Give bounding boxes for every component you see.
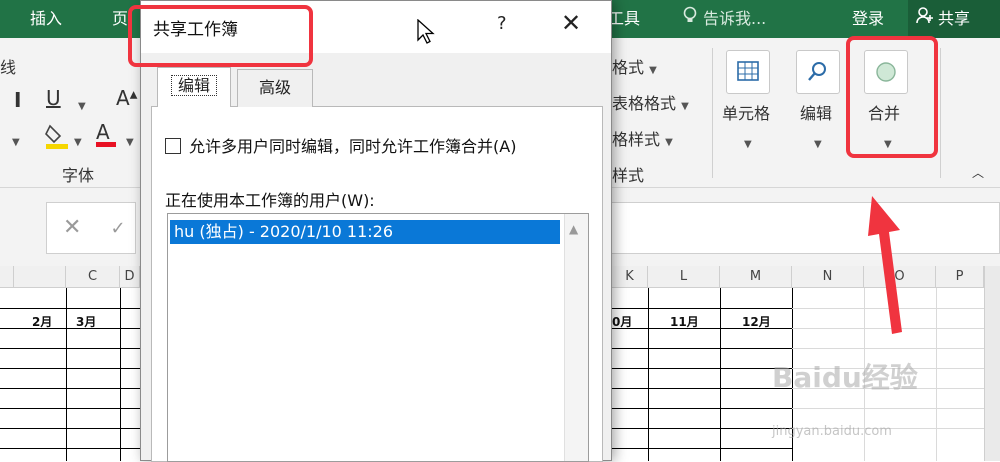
grid-line xyxy=(612,368,792,369)
formula-cancel-icon[interactable]: ✕ ✓ xyxy=(46,202,136,254)
cell-style-label: 格样式 xyxy=(612,130,661,149)
grid-line xyxy=(66,288,67,461)
increase-font-icon[interactable]: A▲ xyxy=(116,86,137,110)
tab-edit-label: 编辑 xyxy=(170,75,217,96)
grid-line xyxy=(612,348,792,349)
underline-dropdown-icon[interactable]: ▼ xyxy=(78,94,86,113)
cond-format-label: 格式 xyxy=(612,58,645,77)
allow-multiuser-checkbox[interactable] xyxy=(165,138,181,154)
allow-multiuser-label: 允许多用户同时编辑，同时允许工作簿合并(A) xyxy=(189,137,517,156)
grid-line xyxy=(792,408,984,409)
grid-line xyxy=(612,408,792,409)
share-workbook-dialog: 共享工作簿 ? ✕ 编辑 高级 允许多用户同时编辑，同时允许工作簿合并(A) 正… xyxy=(140,0,612,462)
users-listbox[interactable]: hu (独占) - 2020/1/10 11:26 ▲ xyxy=(167,213,589,462)
grid-line xyxy=(0,328,140,329)
formula-input[interactable] xyxy=(608,202,1000,254)
login-button[interactable]: 登录 xyxy=(852,0,884,38)
tab-page-layout[interactable]: 页 xyxy=(112,0,128,38)
tab-tools[interactable]: 工具 xyxy=(608,0,640,38)
cells-label[interactable]: 单元格 xyxy=(722,100,770,124)
row-header-corner[interactable] xyxy=(0,266,14,288)
grid-line xyxy=(0,368,140,369)
column-header[interactable]: D xyxy=(120,266,140,288)
border-dropdown-icon[interactable]: ▼ xyxy=(12,130,20,149)
grid-line xyxy=(0,348,140,349)
month-header-cell[interactable]: 3月 xyxy=(76,313,96,330)
edit-dropdown-icon[interactable]: ▼ xyxy=(814,132,822,151)
month-header-cell[interactable]: 0月 xyxy=(612,313,632,330)
column-header[interactable]: K xyxy=(612,266,648,288)
ribbon-separator xyxy=(940,48,941,178)
annotation-arrow-icon xyxy=(858,190,918,344)
column-header[interactable]: L xyxy=(648,266,720,288)
grid-line xyxy=(612,308,792,309)
annotation-highlight-title xyxy=(128,5,313,67)
tab-insert[interactable]: 插入 xyxy=(30,0,62,38)
grid-line xyxy=(120,288,121,461)
share-button[interactable]: 共享 xyxy=(908,0,1000,38)
cells-dropdown-icon[interactable]: ▼ xyxy=(744,132,752,151)
grid-line xyxy=(792,348,984,349)
grid-line xyxy=(612,448,792,449)
tell-me-search[interactable]: 告诉我... xyxy=(683,0,766,38)
allow-multiuser-option[interactable]: 允许多用户同时编辑，同时允许工作簿合并(A) xyxy=(165,133,516,157)
collapse-ribbon-icon[interactable]: ︿ xyxy=(972,164,984,181)
users-list-label: 正在使用本工作簿的用户(W): xyxy=(165,191,375,210)
column-header[interactable]: P xyxy=(936,266,984,288)
font-color-icon[interactable]: A xyxy=(96,120,116,147)
month-header-cell[interactable]: 2月 xyxy=(32,313,52,330)
underline-button[interactable]: U xyxy=(46,86,61,110)
close-button[interactable]: ✕ xyxy=(561,9,581,37)
cell-style-button[interactable]: 格样式 ▼ xyxy=(612,126,673,150)
column-header[interactable] xyxy=(14,266,66,288)
sheet-vertical-scrollbar[interactable] xyxy=(984,266,1000,461)
help-button[interactable]: ? xyxy=(497,13,507,34)
share-label: 共享 xyxy=(938,9,971,28)
list-item[interactable]: hu (独占) - 2020/1/10 11:26 xyxy=(170,220,560,244)
italic-button[interactable]: I xyxy=(14,88,21,112)
scroll-up-icon[interactable]: ▲ xyxy=(569,222,578,236)
grid-line xyxy=(612,428,792,429)
conditional-format-button[interactable]: 格式 ▼ xyxy=(612,54,657,78)
lightbulb-icon xyxy=(683,0,697,38)
fill-color-dropdown-icon[interactable]: ▼ xyxy=(74,130,82,149)
month-header-cell[interactable]: 12月 xyxy=(742,313,771,330)
baidu-watermark-url: jingyan.baidu.com xyxy=(772,424,892,439)
ribbon-font-name-partial[interactable]: 线 xyxy=(0,54,16,78)
cells-icon[interactable] xyxy=(726,50,770,94)
grid-line xyxy=(612,388,792,389)
tab-advanced[interactable]: 高级 xyxy=(237,69,313,107)
table-format-label: 表格格式 xyxy=(612,94,677,113)
annotation-highlight-merge xyxy=(846,36,938,158)
font-color-dropdown-icon[interactable]: ▼ xyxy=(126,130,134,149)
fill-color-icon[interactable] xyxy=(44,122,70,154)
tab-edit[interactable]: 编辑 xyxy=(157,67,231,107)
grid-line xyxy=(0,448,140,449)
grid-line xyxy=(0,308,140,309)
grid-line xyxy=(936,288,937,461)
grid-line xyxy=(720,288,721,461)
grid-line xyxy=(0,428,140,429)
edit-label[interactable]: 编辑 xyxy=(800,100,832,124)
style-group-label: 样式 xyxy=(612,166,645,185)
add-person-icon xyxy=(916,0,934,38)
listbox-scrollbar[interactable]: ▲ xyxy=(564,214,588,461)
font-group-label: 字体 xyxy=(62,166,95,185)
format-as-table-button[interactable]: 表格格式 ▼ xyxy=(612,90,689,114)
grid-line xyxy=(0,388,140,389)
mouse-cursor-icon xyxy=(417,18,435,49)
column-header[interactable]: N xyxy=(792,266,864,288)
month-header-cell[interactable]: 11月 xyxy=(670,313,699,330)
column-header[interactable]: C xyxy=(66,266,120,288)
column-header[interactable]: M xyxy=(720,266,792,288)
grid-line xyxy=(0,408,140,409)
tell-me-label: 告诉我... xyxy=(703,9,767,28)
ribbon-separator xyxy=(712,48,713,178)
grid-line xyxy=(648,288,649,461)
find-icon[interactable] xyxy=(796,50,840,94)
baidu-watermark: Baidu经验 xyxy=(772,361,918,394)
